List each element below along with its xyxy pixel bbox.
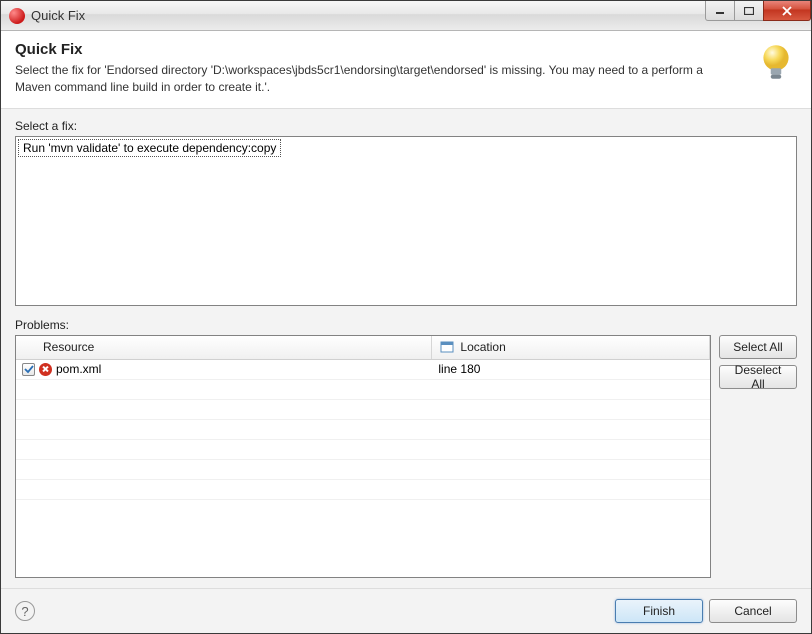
page-title: Quick Fix <box>15 41 747 58</box>
column-resource[interactable]: Resource <box>16 336 432 359</box>
app-icon <box>9 8 25 24</box>
window-title: Quick Fix <box>31 8 85 23</box>
minimize-button[interactable] <box>705 1 735 21</box>
maximize-button[interactable] <box>734 1 764 21</box>
table-header: Resource Location <box>16 336 710 360</box>
content-area: Select a fix: Run 'mvn validate' to exec… <box>1 109 811 588</box>
fix-item[interactable]: Run 'mvn validate' to execute dependency… <box>18 139 281 157</box>
help-icon[interactable]: ? <box>15 601 35 621</box>
fix-list[interactable]: Run 'mvn validate' to execute dependency… <box>15 136 797 306</box>
select-all-button[interactable]: Select All <box>719 335 797 359</box>
titlebar[interactable]: Quick Fix <box>1 1 811 31</box>
error-icon <box>39 363 52 376</box>
page-description: Select the fix for 'Endorsed directory '… <box>15 62 705 96</box>
close-button[interactable] <box>763 1 811 21</box>
file-type-icon <box>440 340 454 354</box>
select-fix-label: Select a fix: <box>15 119 797 133</box>
deselect-all-button[interactable]: Deselect All <box>719 365 797 389</box>
footer: ? Finish Cancel <box>1 588 811 633</box>
table-body: pom.xml line 180 <box>16 360 710 577</box>
window-controls <box>706 1 811 21</box>
row-checkbox[interactable] <box>22 363 35 376</box>
side-buttons: Select All Deselect All <box>719 335 797 578</box>
resource-name: pom.xml <box>56 362 101 376</box>
lightbulb-icon <box>755 41 797 83</box>
column-location[interactable]: Location <box>432 336 710 359</box>
finish-button[interactable]: Finish <box>615 599 703 623</box>
location-text: line 180 <box>438 362 480 376</box>
problems-label: Problems: <box>15 318 797 332</box>
table-row[interactable]: pom.xml line 180 <box>16 360 710 380</box>
header-panel: Quick Fix Select the fix for 'Endorsed d… <box>1 31 811 109</box>
cancel-button[interactable]: Cancel <box>709 599 797 623</box>
problems-table[interactable]: Resource Location <box>15 335 711 578</box>
dialog-window: Quick Fix Quick Fix Select the fix for '… <box>0 0 812 634</box>
